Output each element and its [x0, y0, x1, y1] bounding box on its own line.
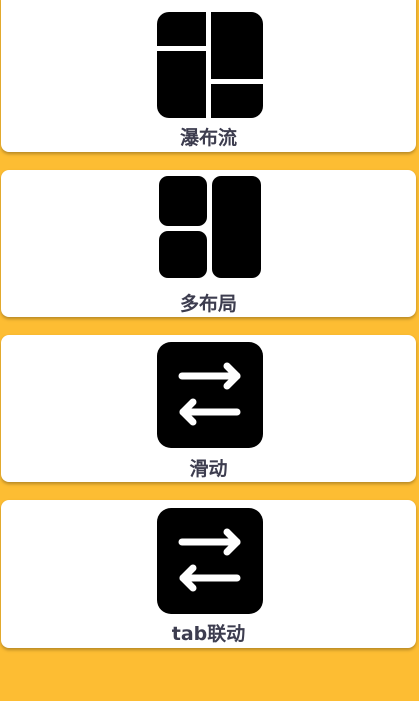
swap-arrows-icon — [157, 508, 263, 614]
card-label-waterfall: 瀑布流 — [179, 127, 237, 149]
waterfall-layout-icon — [157, 12, 263, 118]
card-multi-layout[interactable]: 多布局 — [1, 170, 416, 317]
card-tab-linkage[interactable]: tab联动 — [1, 500, 416, 648]
card-label-tab-linkage: tab联动 — [171, 623, 246, 645]
card-slide[interactable]: 滑动 — [1, 335, 416, 482]
card-label-multi-layout: 多布局 — [179, 293, 237, 315]
card-label-slide: 滑动 — [189, 458, 228, 480]
swap-arrows-icon — [157, 342, 263, 448]
card-waterfall[interactable]: 瀑布流 — [1, 0, 416, 152]
multi-layout-icon — [157, 174, 263, 280]
